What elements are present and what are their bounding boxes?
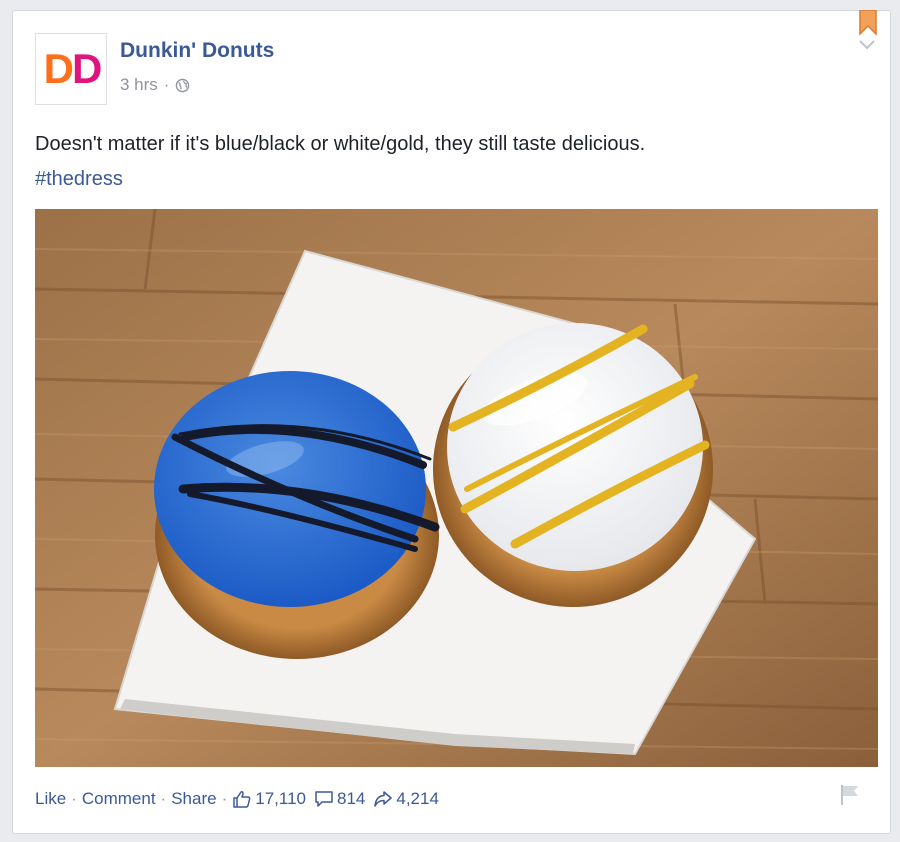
action-separator: · xyxy=(221,789,228,808)
avatar[interactable]: DD xyxy=(35,33,107,105)
share-link[interactable]: Share xyxy=(171,789,216,809)
share-icon xyxy=(374,791,393,807)
bookmark-icon[interactable] xyxy=(858,10,878,36)
flag-icon[interactable] xyxy=(838,783,862,807)
like-icon xyxy=(233,791,251,808)
avatar-logo: DD xyxy=(43,45,103,92)
donuts-photo xyxy=(35,209,878,767)
chevron-down-icon[interactable] xyxy=(858,39,876,51)
page-name-link[interactable]: Dunkin' Donuts xyxy=(120,39,274,63)
comment-icon xyxy=(315,791,333,807)
shares-count[interactable]: 4,214 xyxy=(373,789,439,809)
action-separator: · xyxy=(71,789,77,808)
post-photo[interactable] xyxy=(35,209,878,767)
comment-link[interactable]: Comment xyxy=(82,789,156,809)
post-card: DD Dunkin' Donuts 3 hrs · Doesn't matter… xyxy=(12,10,891,834)
action-separator: · xyxy=(160,789,167,808)
post-text: Doesn't matter if it's blue/black or whi… xyxy=(35,127,865,197)
globe-icon[interactable] xyxy=(175,78,190,93)
like-link[interactable]: Like xyxy=(35,789,66,809)
comments-count[interactable]: 814 xyxy=(314,789,365,809)
shares-count-value: 4,214 xyxy=(396,789,439,808)
hashtag-link[interactable]: #thedress xyxy=(35,168,123,190)
comments-count-value: 814 xyxy=(337,789,366,808)
post-meta: 3 hrs · xyxy=(120,75,190,95)
post-actions: Like · Comment · Share · 17,110 814 4,21… xyxy=(35,789,447,809)
likes-count[interactable]: 17,110 xyxy=(232,789,306,809)
meta-separator: · xyxy=(163,75,170,94)
timestamp[interactable]: 3 hrs xyxy=(120,75,158,95)
likes-count-value: 17,110 xyxy=(255,789,306,808)
post-body: Doesn't matter if it's blue/black or whi… xyxy=(35,133,646,155)
